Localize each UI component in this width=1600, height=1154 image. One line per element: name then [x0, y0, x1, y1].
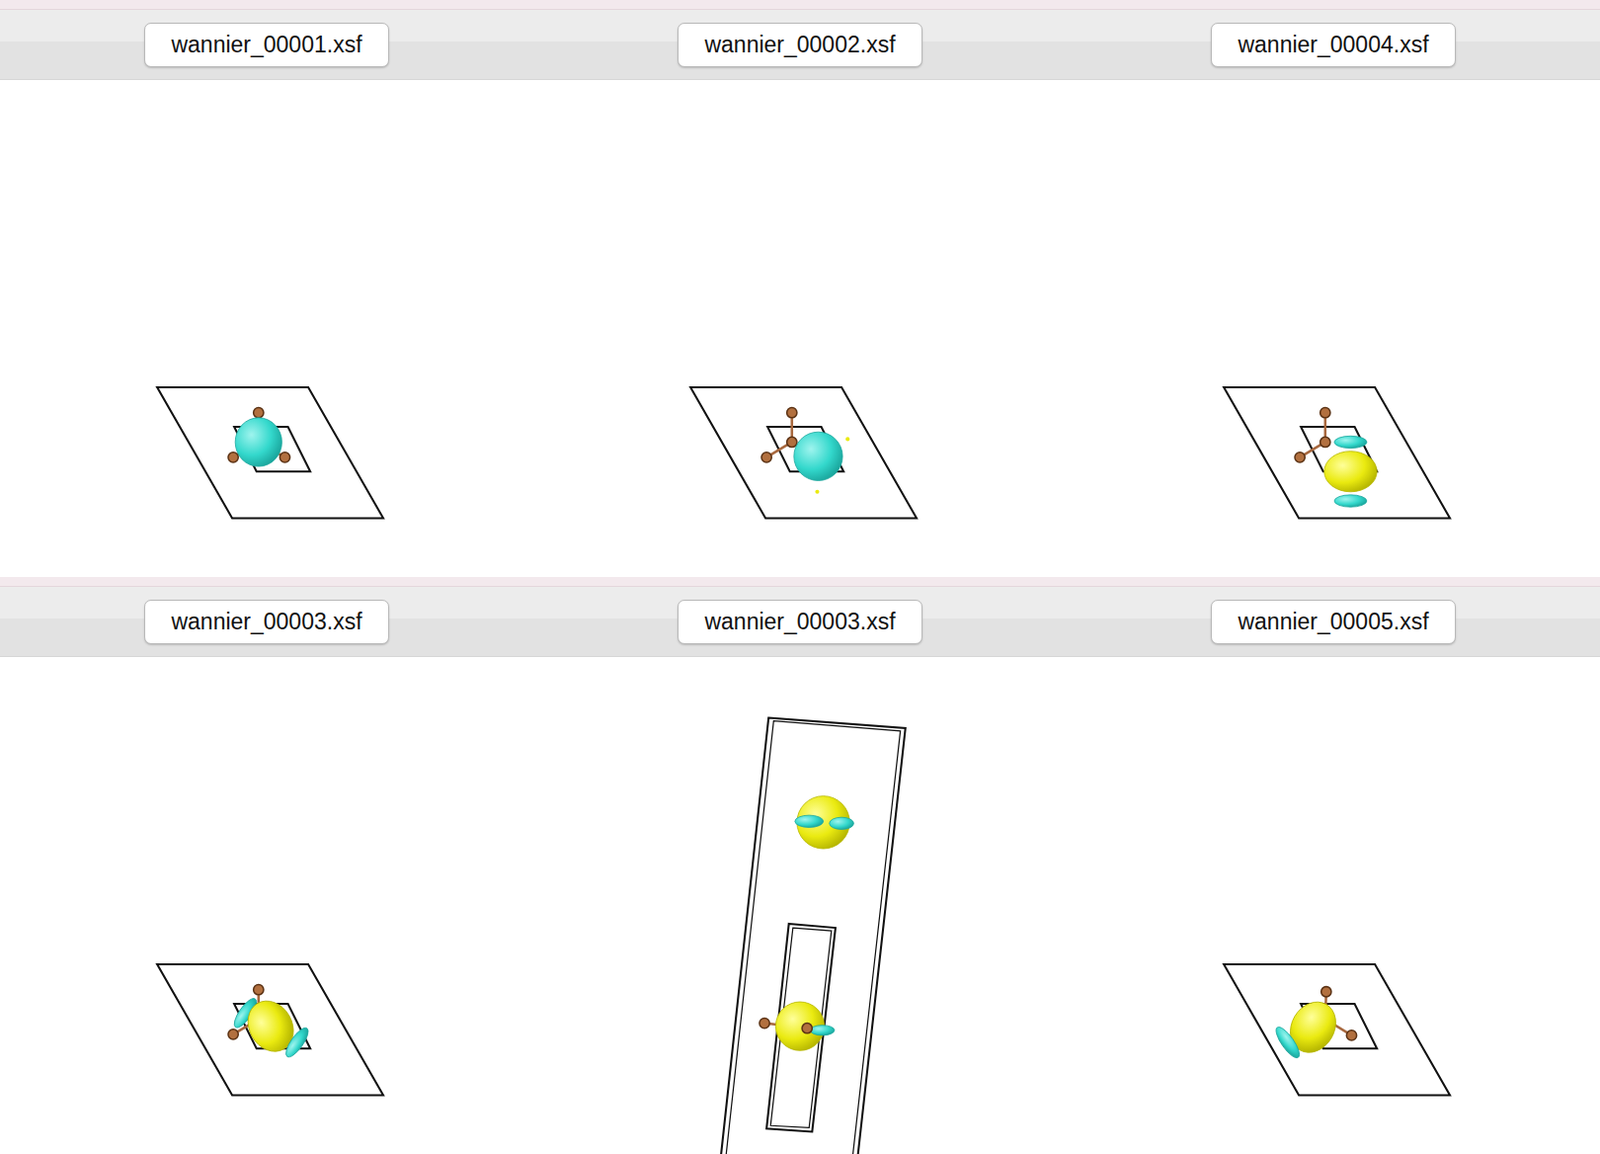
panel-header: wannier_00002.xsf [533, 9, 1067, 80]
atom [228, 1029, 239, 1040]
viewer-panel: wannier_00003.xsf [0, 576, 534, 1154]
panel-header: wannier_00004.xsf [1066, 9, 1600, 80]
structure-view[interactable] [533, 80, 1067, 577]
isosurface-lobe [1324, 451, 1377, 492]
isosurface-lobe [1272, 1023, 1303, 1060]
panel-canvas[interactable] [533, 80, 1067, 577]
isosurface-lobe [809, 1025, 835, 1036]
viewer-panel: wannier_00004.xsf [1066, 0, 1600, 577]
atom [787, 407, 798, 418]
supercell-outline [1223, 963, 1450, 1095]
panel-header: wannier_00001.xsf [0, 9, 534, 80]
file-label[interactable]: wannier_00003.xsf [144, 599, 389, 644]
file-label[interactable]: wannier_00001.xsf [144, 22, 389, 68]
viewer-panel: wannier_00003.xsf [533, 576, 1067, 1154]
panel-top-strip [533, 576, 1067, 587]
file-label[interactable]: wannier_00002.xsf [677, 22, 922, 68]
structure-view[interactable] [1066, 656, 1600, 1154]
atom [1294, 452, 1305, 463]
atom [253, 984, 264, 995]
small-lobe [814, 489, 819, 494]
isosurface-lobe [829, 816, 855, 829]
unit-cell [690, 387, 917, 518]
file-label[interactable]: wannier_00005.xsf [1210, 599, 1455, 644]
atom [759, 1017, 770, 1028]
supercell-outline [690, 387, 917, 518]
isosurface-lobe [235, 417, 282, 467]
supercell-outline [720, 718, 906, 1154]
atom [1320, 436, 1331, 447]
panel-canvas[interactable] [533, 656, 1067, 1154]
viewer-panel: wannier_00001.xsf [0, 0, 534, 577]
panel-top-strip [533, 0, 1067, 10]
panel-canvas[interactable] [1066, 656, 1600, 1154]
cell-outline [766, 923, 836, 1131]
supercell-outline [157, 387, 384, 518]
supercell-outline [1223, 387, 1450, 518]
atom [1321, 986, 1332, 997]
panel-top-strip [1066, 576, 1600, 587]
isosurface-lobe [795, 814, 824, 827]
panel-canvas[interactable] [0, 656, 534, 1154]
structure-view[interactable] [533, 656, 1067, 1154]
structure-view[interactable] [0, 656, 534, 1154]
panel-canvas[interactable] [0, 80, 534, 577]
unit-cell [1223, 387, 1450, 518]
atom [787, 436, 798, 447]
panel-top-strip [0, 0, 534, 10]
atom [279, 452, 290, 463]
file-label[interactable]: wannier_00003.xsf [677, 599, 922, 644]
viewer-panel: wannier_00005.xsf [1066, 576, 1600, 1154]
structure-view[interactable] [1066, 80, 1600, 577]
panel-canvas[interactable] [1066, 80, 1600, 577]
panel-header: wannier_00003.xsf [0, 586, 534, 657]
panel-top-strip [0, 576, 534, 587]
atom [253, 407, 264, 418]
unit-cell [157, 387, 384, 518]
isosurface-lobe [794, 431, 843, 480]
viewer-grid: wannier_00001.xsfwannier_00002.xsfwannie… [0, 0, 1600, 1154]
isosurface-lobe [1334, 494, 1367, 507]
unit-cell [1223, 963, 1450, 1095]
atom [1320, 407, 1331, 418]
file-label[interactable]: wannier_00004.xsf [1210, 22, 1455, 68]
isosurface-lobe [1334, 435, 1367, 448]
atom [761, 452, 772, 463]
supercell-outline [157, 963, 384, 1095]
atom [228, 452, 239, 463]
atom [801, 1023, 812, 1034]
panel-header: wannier_00003.xsf [533, 586, 1067, 657]
structure-view[interactable] [0, 80, 534, 577]
panel-header: wannier_00005.xsf [1066, 586, 1600, 657]
molecule [1294, 407, 1331, 463]
panel-top-strip [1066, 0, 1600, 10]
small-lobe [845, 436, 850, 441]
viewer-panel: wannier_00002.xsf [533, 0, 1067, 577]
atom [1346, 1030, 1357, 1040]
isosurface-lobe [282, 1024, 313, 1060]
unit-cell [157, 963, 384, 1095]
